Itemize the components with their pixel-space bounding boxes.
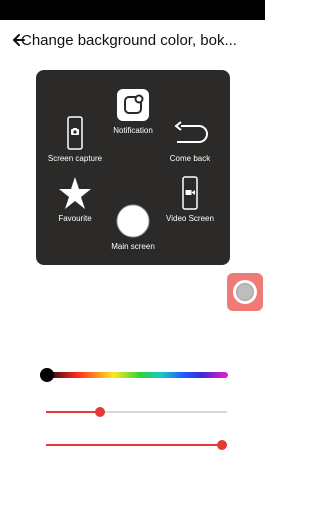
menu-item-screen-capture[interactable]: Screen capture [40,116,110,164]
menu-item-label: Screen capture [47,154,103,163]
camera-phone-icon [67,116,83,150]
menu-item-come-back[interactable]: Come back [162,120,218,164]
assistive-touch-button[interactable] [227,273,263,311]
back-arrow-icon [174,121,208,143]
color-slider[interactable] [40,367,228,383]
menu-item-label: Come back [169,154,211,163]
color-slider-thumb[interactable] [40,368,54,382]
assistive-menu-panel: Notification Screen capture Come back Fa… [36,70,230,265]
menu-item-label: Notification [113,126,153,135]
menu-item-label: Video Screen [166,214,214,223]
home-circle-icon [116,204,150,238]
page-title: Change background color, bok... [21,32,237,49]
menu-item-main-screen[interactable]: Main screen [106,204,160,252]
size-slider[interactable] [46,406,229,418]
menu-item-label: Favourite [58,214,92,223]
status-bar [0,0,265,20]
slider-fill [46,444,227,446]
opacity-slider[interactable] [46,439,229,451]
star-icon [59,177,91,209]
menu-item-favourite[interactable]: Favourite [50,176,100,224]
assistive-touch-core [236,283,254,301]
menu-item-notification[interactable]: Notification [108,88,158,136]
slider-thumb[interactable] [95,407,105,417]
video-phone-icon [182,176,198,210]
menu-item-label: Main screen [111,242,155,251]
color-slider-track[interactable] [44,372,228,378]
menu-item-video-screen[interactable]: Video Screen [162,176,218,224]
assistive-touch-ring [233,280,257,304]
slider-thumb[interactable] [217,440,227,450]
app-bar: Change background color, bok... [0,26,265,56]
slider-fill [46,411,100,413]
notification-icon [117,89,149,121]
